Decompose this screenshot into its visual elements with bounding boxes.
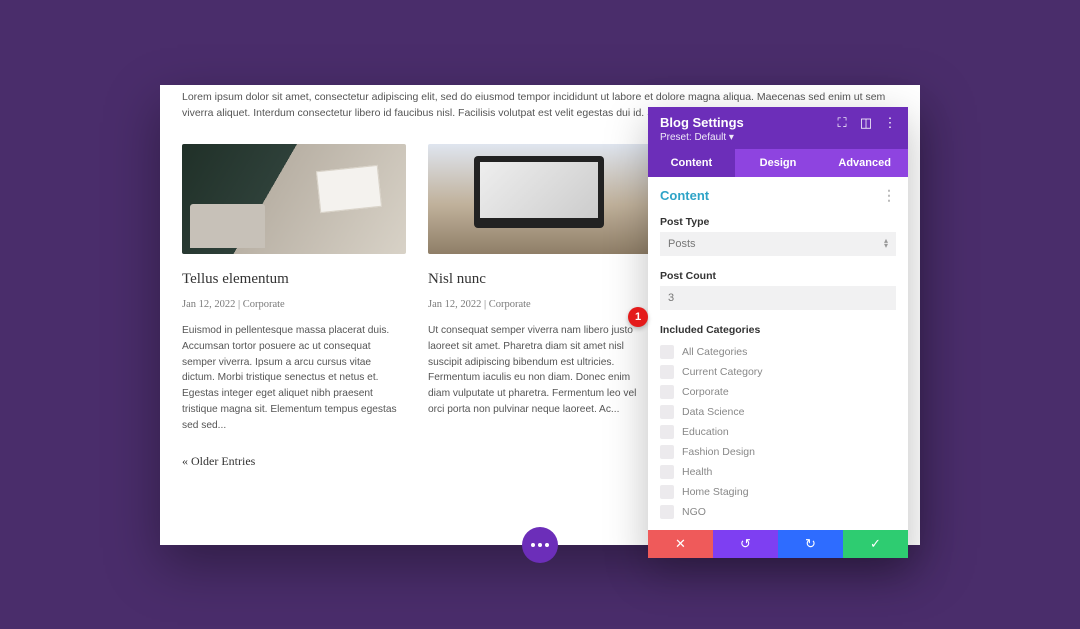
post-meta: Jan 12, 2022 | Corporate <box>182 297 406 313</box>
post-meta: Jan 12, 2022 | Corporate <box>428 297 652 313</box>
category-checkbox[interactable]: Home Staging <box>660 482 896 502</box>
category-checkbox[interactable]: Current Category <box>660 362 896 382</box>
post-title[interactable]: Nisl nunc <box>428 268 652 291</box>
redo-button[interactable]: ↻ <box>778 530 843 558</box>
post-title[interactable]: Tellus elementum <box>182 268 406 291</box>
section-menu-icon[interactable]: ⋮ <box>882 187 896 204</box>
post-type-select[interactable]: Posts ▴▾ <box>660 232 896 256</box>
panel-footer: ✕ ↺ ↻ ✓ <box>648 530 908 558</box>
included-categories-label: Included Categories <box>648 318 908 340</box>
blog-settings-panel: Blog Settings ⛶ ◫ ⋮ Preset: Default ▾ Co… <box>648 107 908 558</box>
panel-title: Blog Settings <box>660 115 744 130</box>
select-arrows-icon: ▴▾ <box>884 239 888 249</box>
layout-icon[interactable]: ◫ <box>860 117 872 129</box>
post-count-input[interactable]: 3 <box>660 286 896 310</box>
post-thumbnail[interactable] <box>182 144 406 254</box>
tab-advanced[interactable]: Advanced <box>821 149 908 177</box>
category-checkbox[interactable]: Health <box>660 462 896 482</box>
post-excerpt: Ut consequat semper viverra nam libero j… <box>428 323 652 418</box>
kebab-menu-icon[interactable]: ⋮ <box>884 117 896 129</box>
save-button[interactable]: ✓ <box>843 530 908 558</box>
panel-header[interactable]: Blog Settings ⛶ ◫ ⋮ Preset: Default ▾ <box>648 107 908 149</box>
category-checkbox[interactable]: Data Science <box>660 402 896 422</box>
panel-tabs: Content Design Advanced <box>648 149 908 177</box>
category-checkbox[interactable]: Corporate <box>660 382 896 402</box>
tab-content[interactable]: Content <box>648 149 735 177</box>
post-card[interactable]: Nisl nunc Jan 12, 2022 | Corporate Ut co… <box>428 144 652 434</box>
cancel-button[interactable]: ✕ <box>648 530 713 558</box>
tab-design[interactable]: Design <box>735 149 822 177</box>
category-list: All Categories Current Category Corporat… <box>648 340 908 530</box>
expand-icon[interactable]: ⛶ <box>836 117 848 129</box>
post-card[interactable]: Tellus elementum Jan 12, 2022 | Corporat… <box>182 144 406 434</box>
category-checkbox[interactable]: All Categories <box>660 342 896 362</box>
category-checkbox[interactable]: Fashion Design <box>660 442 896 462</box>
category-checkbox[interactable]: Education <box>660 422 896 442</box>
post-count-label: Post Count <box>648 264 908 286</box>
section-title[interactable]: Content <box>660 188 709 203</box>
preset-dropdown[interactable]: Preset: Default ▾ <box>660 132 896 143</box>
post-excerpt: Euismod in pellentesque massa placerat d… <box>182 323 406 434</box>
post-thumbnail[interactable] <box>428 144 652 254</box>
fab-more-button[interactable] <box>522 527 558 563</box>
undo-button[interactable]: ↺ <box>713 530 778 558</box>
category-checkbox[interactable]: NGO <box>660 502 896 522</box>
annotation-badge-1: 1 <box>628 307 648 327</box>
page-canvas: Lorem ipsum dolor sit amet, consectetur … <box>160 85 920 545</box>
post-type-label: Post Type <box>648 210 908 232</box>
